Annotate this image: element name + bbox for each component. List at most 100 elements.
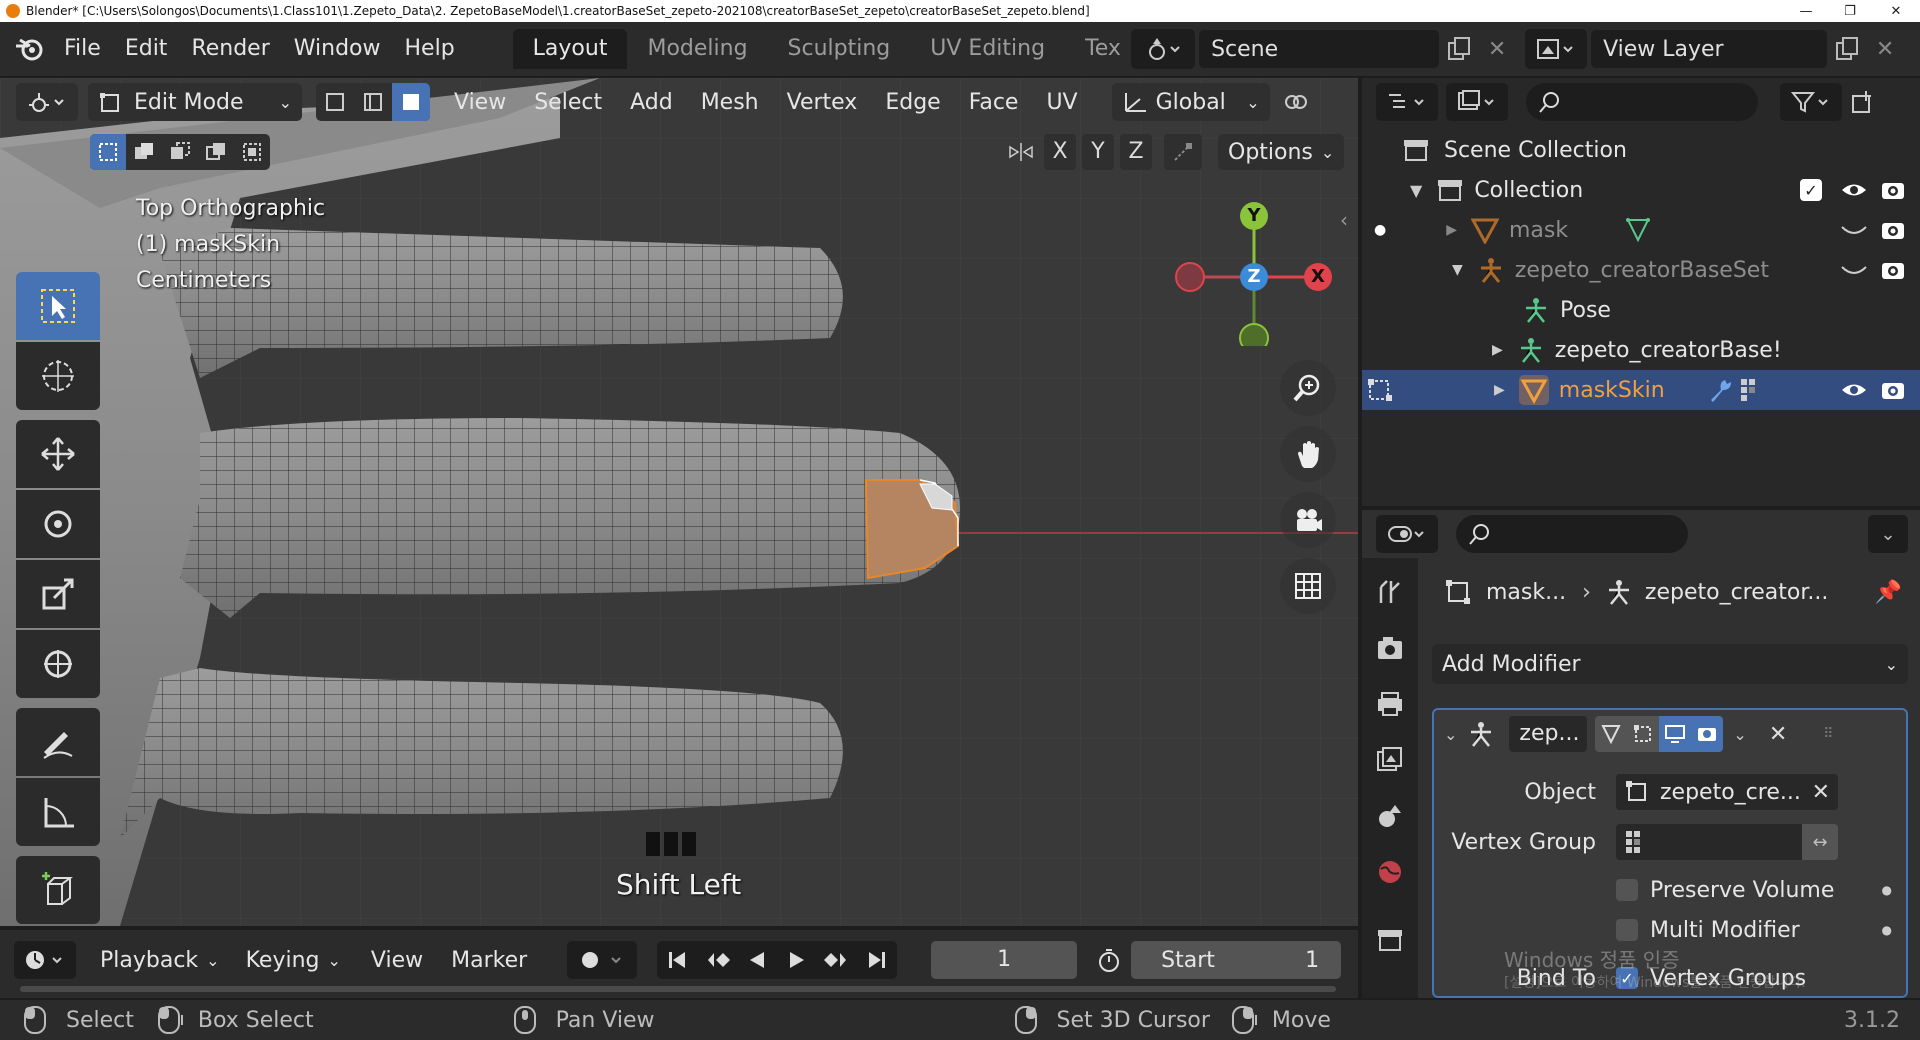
outliner-row-maskskin[interactable]: ▶ maskSkin <box>1362 370 1920 410</box>
next-keyframe-icon[interactable] <box>817 941 857 979</box>
navigation-gizmo[interactable]: Y Z X <box>1160 196 1340 346</box>
auto-keying-icon[interactable] <box>567 941 638 979</box>
mirror-x-toggle[interactable]: X <box>1044 134 1076 170</box>
playback-menu[interactable]: Playback ⌄ <box>90 941 230 979</box>
preserve-volume-checkbox[interactable] <box>1616 879 1638 901</box>
expand-arrow-icon[interactable]: ▶ <box>1492 342 1503 358</box>
vertex-groups-icon[interactable] <box>1739 377 1765 403</box>
proportional-link-icon[interactable] <box>1276 82 1316 122</box>
display-mode-icon[interactable] <box>1446 83 1508 121</box>
menu-help[interactable]: Help <box>393 29 467 69</box>
tab-uv-editing[interactable]: UV Editing <box>910 29 1065 69</box>
invert-vertex-group-icon[interactable]: ↔ <box>1802 824 1838 860</box>
timeline-editor-type-icon[interactable] <box>14 941 76 979</box>
expand-arrow-icon[interactable]: ▼ <box>1410 181 1422 200</box>
viewport-display-icon[interactable] <box>1659 716 1692 752</box>
tab-texture-paint[interactable]: Tex <box>1065 29 1125 69</box>
outliner-row-armature-data[interactable]: ▶ zepeto_creatorBase! <box>1362 330 1920 370</box>
select-intersect-icon[interactable] <box>234 134 270 170</box>
pan-hand-icon[interactable] <box>1280 426 1336 482</box>
tab-layout[interactable]: Layout <box>512 29 628 69</box>
outliner-row-armature[interactable]: ▼ zepeto_creatorBaseSet <box>1362 250 1920 290</box>
viewport-menu-face[interactable]: Face <box>955 90 1033 115</box>
pin-icon[interactable]: 📌 <box>1875 580 1902 605</box>
mesh-data-icon[interactable] <box>1624 216 1652 244</box>
close-window-button[interactable]: ✕ <box>1876 0 1916 22</box>
jump-end-icon[interactable] <box>857 941 897 979</box>
transform-orientation-dropdown[interactable]: Global ⌄ <box>1111 83 1270 121</box>
options-dropdown[interactable]: Options ⌄ <box>1218 134 1345 170</box>
new-collection-icon[interactable] <box>1848 83 1878 121</box>
exclude-checkbox-icon[interactable]: ✓ <box>1800 179 1822 201</box>
select-subtract-icon[interactable] <box>162 134 198 170</box>
viewport-menu-mesh[interactable]: Mesh <box>687 90 773 115</box>
ortho-grid-icon[interactable] <box>1280 558 1336 614</box>
blender-logo-icon[interactable] <box>6 29 52 69</box>
properties-editor-type-icon[interactable] <box>1376 515 1438 553</box>
chevron-down-icon[interactable]: ⌄ <box>1733 725 1746 744</box>
collection-tab-icon[interactable] <box>1362 912 1418 968</box>
face-select-icon[interactable] <box>392 83 430 121</box>
multi-modifier-row[interactable]: Multi Modifier ● <box>1616 912 1906 948</box>
eye-visible-icon[interactable] <box>1840 179 1868 201</box>
transform-tool-icon[interactable] <box>16 630 100 698</box>
expand-arrow-icon[interactable]: ▼ <box>1452 262 1463 278</box>
edit-mode-display-icon[interactable] <box>1627 716 1660 752</box>
delete-view-layer-icon[interactable]: ✕ <box>1867 29 1903 69</box>
gizmo-x-axis[interactable]: X <box>1304 263 1332 291</box>
edge-select-icon[interactable] <box>354 83 392 121</box>
delete-scene-icon[interactable]: ✕ <box>1479 29 1515 69</box>
eye-hidden-icon[interactable] <box>1840 259 1868 281</box>
collapse-arrow-icon[interactable]: ⌄ <box>1444 725 1457 744</box>
menu-file[interactable]: File <box>52 29 113 69</box>
viewport-menu-view[interactable]: View <box>440 90 520 115</box>
outliner-row-pose[interactable]: Pose <box>1362 290 1920 330</box>
viewport-menu-uv[interactable]: UV <box>1032 90 1091 115</box>
gizmo-z-axis[interactable]: Z <box>1240 263 1268 291</box>
auto-merge-icon[interactable] <box>1164 134 1202 170</box>
zoom-icon[interactable] <box>1280 360 1336 416</box>
camera-render-icon[interactable] <box>1880 178 1906 202</box>
camera-render-icon[interactable] <box>1880 258 1906 282</box>
prev-keyframe-icon[interactable] <box>697 941 737 979</box>
jump-start-icon[interactable] <box>657 941 697 979</box>
outliner-row-collection[interactable]: ▼ Collection ✓ <box>1362 170 1920 210</box>
view-layer-selector-icon[interactable] <box>1525 29 1588 69</box>
timeline-menu-view[interactable]: View <box>357 948 437 973</box>
editor-type-icon[interactable] <box>16 83 78 121</box>
chevron-down-icon[interactable]: ⌄ <box>1868 515 1908 553</box>
keying-menu[interactable]: Keying ⌄ <box>235 941 351 979</box>
preserve-volume-row[interactable]: Preserve Volume ● <box>1616 872 1906 908</box>
maximize-button[interactable]: ❐ <box>1830 0 1870 22</box>
outliner-search-input[interactable] <box>1526 83 1758 121</box>
gizmo-y-axis[interactable]: Y <box>1240 202 1268 230</box>
expand-arrow-icon[interactable]: ▶ <box>1494 382 1505 398</box>
current-frame-field[interactable]: 1 <box>931 941 1078 979</box>
on-cage-icon[interactable] <box>1595 716 1628 752</box>
stopwatch-icon[interactable] <box>1089 941 1129 979</box>
keyframe-dot-icon[interactable]: ● <box>1882 883 1892 897</box>
vertex-select-icon[interactable] <box>316 83 354 121</box>
select-extend-icon[interactable] <box>126 134 162 170</box>
menu-edit[interactable]: Edit <box>113 29 180 69</box>
measure-tool-icon[interactable] <box>16 778 100 846</box>
vertex-group-field[interactable] <box>1616 824 1802 860</box>
new-view-layer-icon[interactable] <box>1827 29 1867 69</box>
output-tab-icon[interactable] <box>1362 676 1418 732</box>
outliner-row-mask[interactable]: ● ▶ mask <box>1362 210 1920 250</box>
camera-render-icon[interactable] <box>1880 218 1906 242</box>
start-frame-field[interactable]: Start 1 <box>1131 941 1342 979</box>
new-scene-icon[interactable] <box>1439 29 1479 69</box>
menu-render[interactable]: Render <box>179 29 281 69</box>
add-modifier-dropdown[interactable]: Add Modifier ⌄ <box>1432 644 1908 684</box>
move-tool-icon[interactable] <box>16 420 100 488</box>
scene-selector-icon[interactable] <box>1131 29 1196 69</box>
eye-visible-icon[interactable] <box>1840 379 1868 401</box>
mirror-butterfly-icon[interactable] <box>1004 134 1038 170</box>
view-layer-tab-icon[interactable] <box>1362 732 1418 788</box>
scene-name-field[interactable]: Scene <box>1199 30 1440 68</box>
tab-sculpting[interactable]: Sculpting <box>768 29 911 69</box>
viewport-menu-add[interactable]: Add <box>616 90 687 115</box>
render-display-icon[interactable] <box>1691 716 1724 752</box>
modifier-name-field[interactable]: zep... <box>1509 716 1588 752</box>
